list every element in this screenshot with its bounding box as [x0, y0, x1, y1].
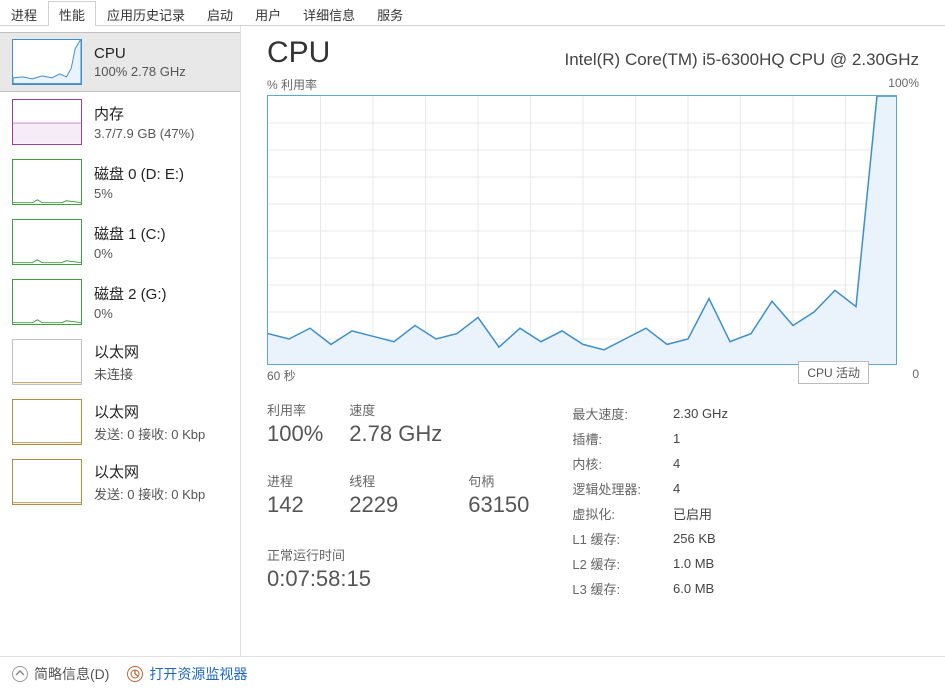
- tab-应用历史记录[interactable]: 应用历史记录: [96, 1, 196, 26]
- open-resource-monitor-link[interactable]: 打开资源监视器: [127, 664, 247, 684]
- chart-xmax: 0: [912, 367, 919, 384]
- spec-label: 逻辑处理器:: [572, 477, 671, 500]
- cpu-model: Intel(R) Core(TM) i5-6300HQ CPU @ 2.30GH…: [564, 50, 919, 70]
- sidebar-item-sub: 未连接: [94, 364, 230, 383]
- spec-label: L2 缓存:: [572, 552, 671, 575]
- stat-label: 速度: [349, 400, 442, 419]
- tab-bar: 进程性能应用历史记录启动用户详细信息服务: [0, 0, 945, 26]
- spec-label: 虚拟化:: [572, 502, 671, 525]
- sidebar-item-title: 磁盘 2 (G:): [94, 283, 230, 304]
- sidebar-item-title: 以太网: [94, 401, 230, 422]
- spec-value: 2.30 GHz: [673, 402, 728, 425]
- chart-xmin: 60 秒: [267, 367, 296, 384]
- detail-title: CPU: [267, 36, 330, 70]
- stat-value: 100%: [267, 421, 323, 447]
- uptime-label: 正常运行时间: [267, 545, 529, 564]
- sidebar-item-title: 内存: [94, 103, 230, 124]
- uptime-value: 0:07:58:15: [267, 566, 529, 592]
- spec-label: 插槽:: [572, 427, 671, 450]
- spec-value: 6.0 MB: [673, 577, 728, 600]
- chart-ylabel: % 利用率: [267, 76, 317, 93]
- tab-用户[interactable]: 用户: [244, 1, 292, 26]
- cpu-usage-chart[interactable]: [267, 95, 897, 365]
- spec-value: 4: [673, 477, 728, 500]
- stat-value: 142: [267, 492, 323, 518]
- stat-value: 63150: [468, 492, 529, 518]
- sidebar-item-0[interactable]: CPU 100% 2.78 GHz: [0, 32, 240, 92]
- monitor-icon: [127, 666, 143, 682]
- stat-label: 线程: [349, 471, 442, 490]
- chevron-up-icon: [12, 666, 28, 682]
- tab-服务[interactable]: 服务: [366, 1, 414, 26]
- thumbnail-chart: [12, 219, 82, 265]
- tab-进程[interactable]: 进程: [0, 1, 48, 26]
- sidebar-item-2[interactable]: 磁盘 0 (D: E:) 5%: [0, 152, 240, 212]
- spec-value: 已启用: [673, 502, 728, 525]
- tab-性能[interactable]: 性能: [48, 1, 96, 26]
- performance-sidebar: CPU 100% 2.78 GHz 内存 3.7/7.9 GB (47%) 磁盘 0 (…: [0, 26, 241, 656]
- stat-label: 利用率: [267, 400, 323, 419]
- sidebar-item-sub: 发送: 0 接收: 0 Kbp: [94, 484, 230, 503]
- spec-value: 256 KB: [673, 527, 728, 550]
- thumbnail-chart: [12, 459, 82, 505]
- sidebar-item-title: 磁盘 1 (C:): [94, 223, 230, 244]
- cpu-detail-pane: CPU Intel(R) Core(TM) i5-6300HQ CPU @ 2.…: [241, 26, 945, 656]
- cpu-spec-table: 最大速度:2.30 GHz插槽:1内核:4逻辑处理器:4虚拟化:已启用L1 缓存…: [569, 400, 730, 602]
- stat-label: 句柄: [468, 471, 529, 490]
- tab-详细信息[interactable]: 详细信息: [292, 1, 366, 26]
- sidebar-item-6[interactable]: 以太网发送: 0 接收: 0 Kbp: [0, 392, 240, 452]
- stat-value: 2229: [349, 492, 442, 518]
- spec-label: 内核:: [572, 452, 671, 475]
- spec-value: 1: [673, 427, 728, 450]
- thumbnail-chart: [12, 39, 82, 85]
- sidebar-item-sub: 0%: [94, 306, 230, 321]
- sidebar-item-5[interactable]: 以太网未连接: [0, 332, 240, 392]
- sidebar-item-title: 磁盘 0 (D: E:): [94, 163, 230, 184]
- sidebar-item-4[interactable]: 磁盘 2 (G:) 0%: [0, 272, 240, 332]
- thumbnail-chart: [12, 159, 82, 205]
- footer-bar: 简略信息(D) 打开资源监视器: [0, 656, 945, 690]
- sidebar-item-title: 以太网: [94, 461, 230, 482]
- sidebar-item-sub: 发送: 0 接收: 0 Kbp: [94, 424, 230, 443]
- sidebar-item-3[interactable]: 磁盘 1 (C:) 0%: [0, 212, 240, 272]
- sidebar-item-sub: 5%: [94, 186, 230, 201]
- tab-启动[interactable]: 启动: [196, 1, 244, 26]
- thumbnail-chart: [12, 99, 82, 145]
- sidebar-item-title: CPU: [94, 45, 230, 62]
- spec-value: 1.0 MB: [673, 552, 728, 575]
- stat-value: 2.78 GHz: [349, 421, 442, 447]
- sidebar-item-1[interactable]: 内存 3.7/7.9 GB (47%): [0, 92, 240, 152]
- sidebar-item-sub: 3.7/7.9 GB (47%): [94, 126, 230, 141]
- sidebar-item-sub: 0%: [94, 246, 230, 261]
- spec-value: 4: [673, 452, 728, 475]
- spec-label: L1 缓存:: [572, 527, 671, 550]
- summary-view-link[interactable]: 简略信息(D): [12, 664, 109, 684]
- chart-ymax: 100%: [888, 76, 919, 93]
- stat-label: 进程: [267, 471, 323, 490]
- thumbnail-chart: [12, 339, 82, 385]
- chart-tooltip: CPU 活动: [798, 361, 869, 384]
- sidebar-item-7[interactable]: 以太网发送: 0 接收: 0 Kbp: [0, 452, 240, 512]
- thumbnail-chart: [12, 399, 82, 445]
- thumbnail-chart: [12, 279, 82, 325]
- spec-label: L3 缓存:: [572, 577, 671, 600]
- spec-label: 最大速度:: [572, 402, 671, 425]
- sidebar-item-title: 以太网: [94, 341, 230, 362]
- sidebar-item-sub: 100% 2.78 GHz: [94, 64, 230, 79]
